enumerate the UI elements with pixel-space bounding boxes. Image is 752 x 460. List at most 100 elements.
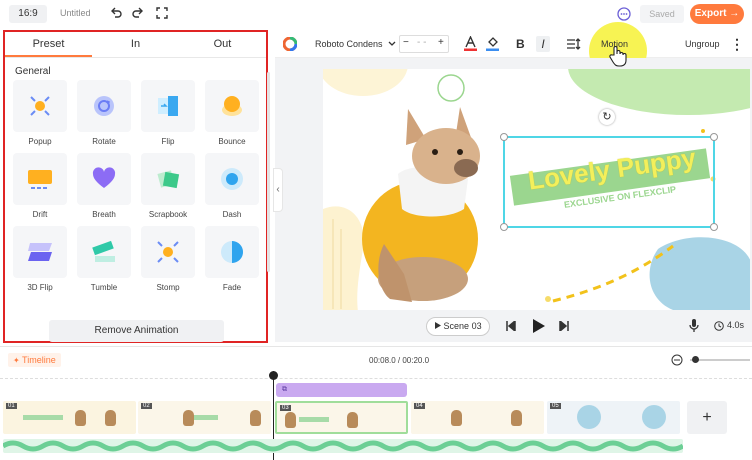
microphone-icon[interactable]: [689, 319, 699, 333]
resize-handle[interactable]: [710, 223, 718, 231]
animation-tabs: Preset In Out: [5, 32, 266, 58]
resize-handle[interactable]: [710, 133, 718, 141]
animation-bounce[interactable]: Bounce: [205, 80, 259, 147]
scene-label: Scene: [443, 321, 470, 331]
fullscreen-icon[interactable]: [156, 7, 168, 19]
text-track-clip[interactable]: ⧉: [276, 383, 407, 397]
scene-clip[interactable]: 02: [138, 401, 271, 434]
increase-size-button[interactable]: +: [438, 37, 444, 48]
animation-label: Drift: [32, 210, 48, 219]
export-button[interactable]: Export →: [690, 4, 744, 24]
remove-animation-button[interactable]: Remove Animation: [49, 320, 224, 342]
undo-icon[interactable]: [110, 7, 123, 20]
scene-number: 03: [471, 321, 482, 331]
scene-marker: 04: [414, 403, 425, 409]
animation-label: Scrapbook: [148, 210, 188, 219]
tumble-icon: [92, 240, 115, 262]
scene-selector[interactable]: Scene 03: [426, 317, 490, 336]
animation-grid: Popup Rotate Flip Bounce Drift Breath Sc…: [13, 80, 263, 293]
aspect-ratio-button[interactable]: 16:9: [9, 5, 47, 23]
scrollbar[interactable]: [267, 72, 270, 272]
animation-tumble[interactable]: Tumble: [77, 226, 131, 293]
play-icon[interactable]: [533, 319, 545, 333]
top-bar: 16:9 Untitled Saved Export →: [0, 0, 752, 28]
chat-icon[interactable]: [617, 7, 631, 21]
export-label: Export: [694, 8, 727, 19]
hand-cursor-icon: [609, 46, 627, 67]
redo-icon[interactable]: [131, 7, 144, 20]
resize-handle[interactable]: [500, 223, 508, 231]
font-size-stepper[interactable]: − - - +: [399, 35, 449, 53]
animation-rotate[interactable]: Rotate: [77, 80, 131, 147]
drift-icon: [28, 170, 52, 189]
text-selection-box[interactable]: Lovely Puppy EXCLUSIVE ON FLEXCLIP: [500, 133, 718, 231]
text-toolbar: Roboto Condens − - - + B I Motion Ungrou…: [275, 22, 752, 80]
italic-button[interactable]: I: [536, 36, 550, 52]
decrease-size-button[interactable]: −: [403, 37, 409, 48]
ruler: [0, 371, 752, 379]
animation-label: Tumble: [90, 283, 118, 292]
zoom-slider-handle[interactable]: [692, 356, 699, 363]
text-color-icon[interactable]: [464, 36, 477, 51]
zoom-out-icon[interactable]: [671, 354, 683, 366]
timeline-toggle[interactable]: ✦ Timeline: [8, 353, 61, 367]
animation-drift[interactable]: Drift: [13, 153, 67, 220]
arrow-right-icon: →: [729, 8, 740, 19]
scene-marker: 01: [6, 403, 17, 409]
animation-stomp[interactable]: Stomp: [141, 226, 195, 293]
audio-waveform[interactable]: [3, 439, 683, 453]
font-size-value[interactable]: - -: [417, 37, 426, 48]
animation-label: Rotate: [92, 137, 116, 146]
animation-scrapbook[interactable]: Scrapbook: [141, 153, 195, 220]
highlight-fill-icon[interactable]: [486, 36, 499, 51]
flip-icon: [158, 96, 178, 116]
animation-label: Stomp: [156, 283, 180, 292]
spacing-icon[interactable]: [567, 38, 581, 50]
tab-in[interactable]: In: [92, 32, 179, 57]
zoom-slider[interactable]: [690, 356, 750, 363]
next-icon[interactable]: [559, 321, 569, 331]
animation-label: Dash: [222, 210, 242, 219]
section-heading: General: [15, 66, 51, 77]
animation-breath[interactable]: Breath: [77, 153, 131, 220]
scene-duration: 4.0s: [727, 320, 745, 330]
tab-preset[interactable]: Preset: [5, 32, 92, 57]
font-family-value: Roboto Condens: [315, 39, 383, 49]
animation-popup[interactable]: Popup: [13, 80, 67, 147]
saved-button[interactable]: Saved: [640, 5, 684, 23]
collapse-panel-handle[interactable]: ‹: [273, 168, 283, 212]
ungroup-button[interactable]: Ungroup: [685, 36, 720, 52]
animation-fade[interactable]: Fade: [205, 226, 259, 293]
font-family-select[interactable]: Roboto Condens: [315, 36, 396, 52]
scene-clip[interactable]: 05: [547, 401, 680, 434]
animation-label: Flip: [161, 137, 175, 146]
animation-3d-flip[interactable]: 3D Flip: [13, 226, 67, 293]
scene-canvas[interactable]: Lovely Puppy EXCLUSIVE ON FLEXCLIP ↻: [323, 69, 750, 310]
clock-icon: [714, 321, 724, 331]
more-options-icon[interactable]: ⋮: [730, 36, 744, 52]
timeline-label: Timeline: [22, 355, 56, 365]
scene-marker: 05: [550, 403, 561, 409]
scene-marker: 03: [280, 405, 291, 411]
previous-icon[interactable]: [506, 321, 516, 331]
add-scene-button[interactable]: +: [687, 401, 727, 434]
scene-clip-active[interactable]: 03: [275, 401, 408, 434]
dash-icon: [221, 168, 243, 190]
animation-flip[interactable]: Flip: [141, 80, 195, 147]
animation-dash[interactable]: Dash: [205, 153, 259, 220]
bold-button[interactable]: B: [516, 36, 525, 52]
resize-handle[interactable]: [500, 133, 508, 141]
tab-out[interactable]: Out: [179, 32, 266, 57]
project-title[interactable]: Untitled: [60, 8, 91, 18]
stomp-icon: [157, 241, 179, 263]
scrapbook-icon: [157, 170, 180, 189]
color-wheel-icon[interactable]: [283, 37, 297, 51]
play-small-icon: [435, 322, 441, 329]
scene-clip[interactable]: 01: [3, 401, 136, 434]
scene-clips: 01 02 03 04 05: [3, 401, 683, 434]
rotate-handle[interactable]: ↻: [599, 109, 615, 125]
scene-clip[interactable]: 04: [411, 401, 544, 434]
playhead-knob[interactable]: [269, 371, 278, 380]
animation-label: Popup: [28, 137, 52, 146]
time-readout: 00:08.0 / 00:20.0: [369, 356, 430, 365]
